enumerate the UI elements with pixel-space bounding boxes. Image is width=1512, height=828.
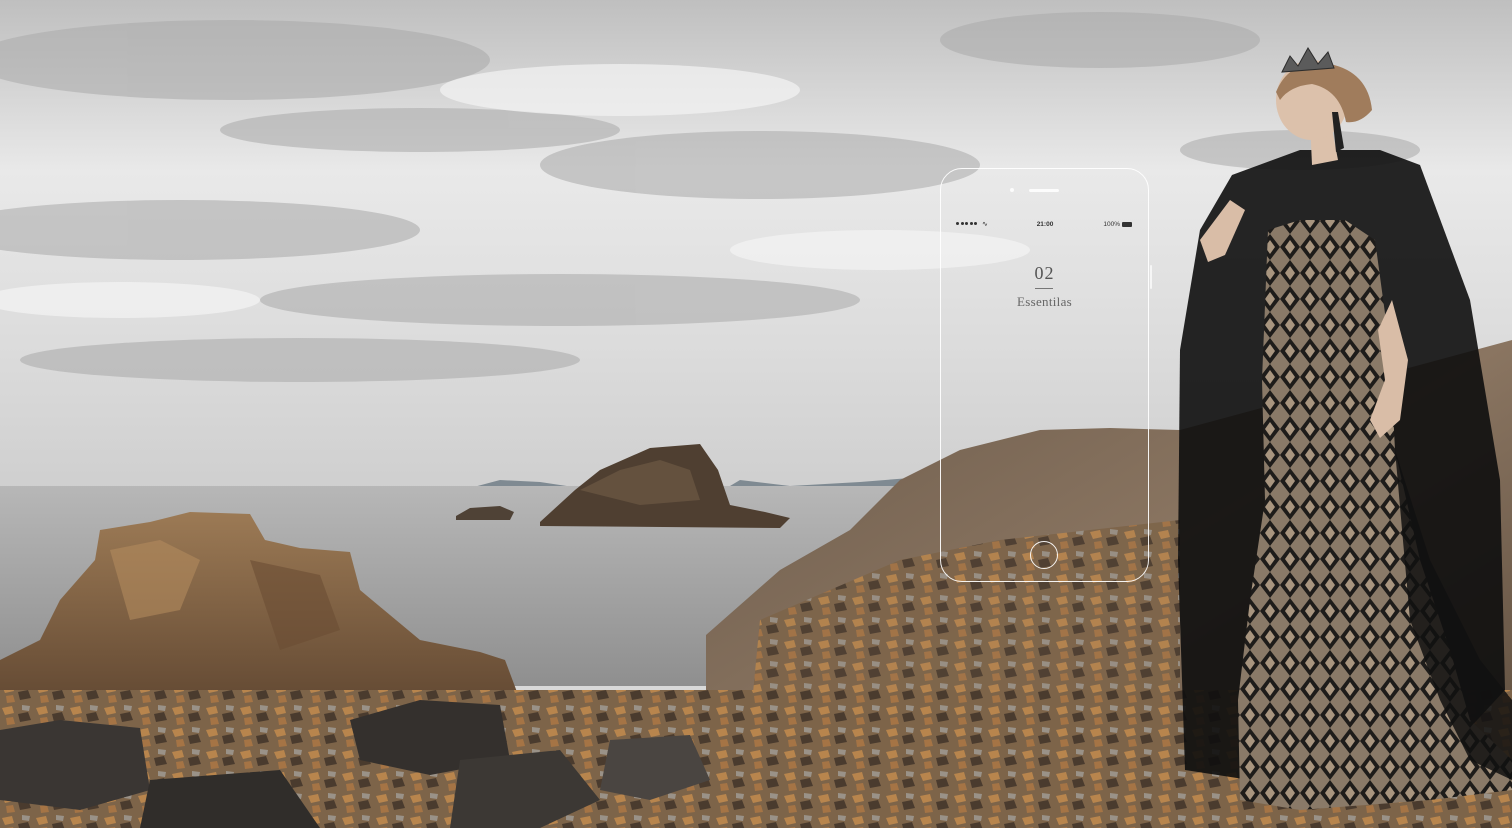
section-divider xyxy=(1035,288,1053,289)
hero-photo xyxy=(0,0,1512,828)
phone-side-button xyxy=(1150,265,1152,289)
section-title[interactable]: Essentilas xyxy=(951,294,1138,310)
home-button-icon[interactable] xyxy=(1030,541,1058,569)
section-number: 02 xyxy=(1034,263,1055,283)
front-camera-icon xyxy=(1010,188,1014,192)
hero-banner: ∿ 21:00 100% 02 Essentilas xyxy=(0,0,1512,828)
speaker-grille xyxy=(1029,189,1059,192)
battery-icon xyxy=(1122,222,1132,227)
phone-mockup: ∿ 21:00 100% 02 Essentilas xyxy=(940,168,1152,582)
battery-percentage: 100% xyxy=(1103,221,1120,228)
status-bar: ∿ 21:00 100% xyxy=(956,220,1134,232)
phone-screen: ∿ 21:00 100% 02 Essentilas xyxy=(951,213,1138,535)
